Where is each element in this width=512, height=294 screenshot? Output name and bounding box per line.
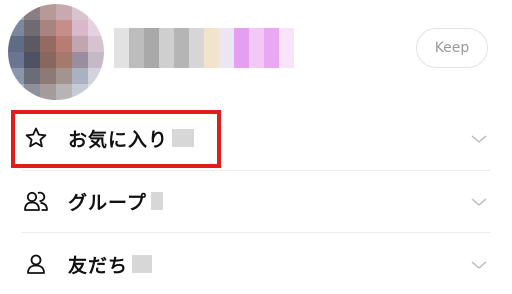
highlight-box [11, 110, 221, 168]
chevron-down-icon[interactable] [470, 193, 488, 212]
chevron-down-icon[interactable] [470, 130, 488, 149]
group-icon [22, 187, 50, 215]
keep-button[interactable]: Keep [416, 28, 488, 68]
person-icon [22, 250, 50, 278]
chevron-down-icon[interactable] [470, 256, 488, 275]
profile-name [114, 28, 294, 68]
divider [22, 232, 490, 233]
profile-avatar[interactable] [8, 4, 104, 100]
list-item-label: 友だち [68, 254, 129, 277]
list-item-friends[interactable]: 友だち [22, 234, 490, 294]
list-item-groups[interactable]: グループ [22, 171, 490, 231]
list-item-label: グループ [68, 191, 147, 214]
count-badge [132, 255, 153, 273]
count-badge [150, 192, 163, 210]
